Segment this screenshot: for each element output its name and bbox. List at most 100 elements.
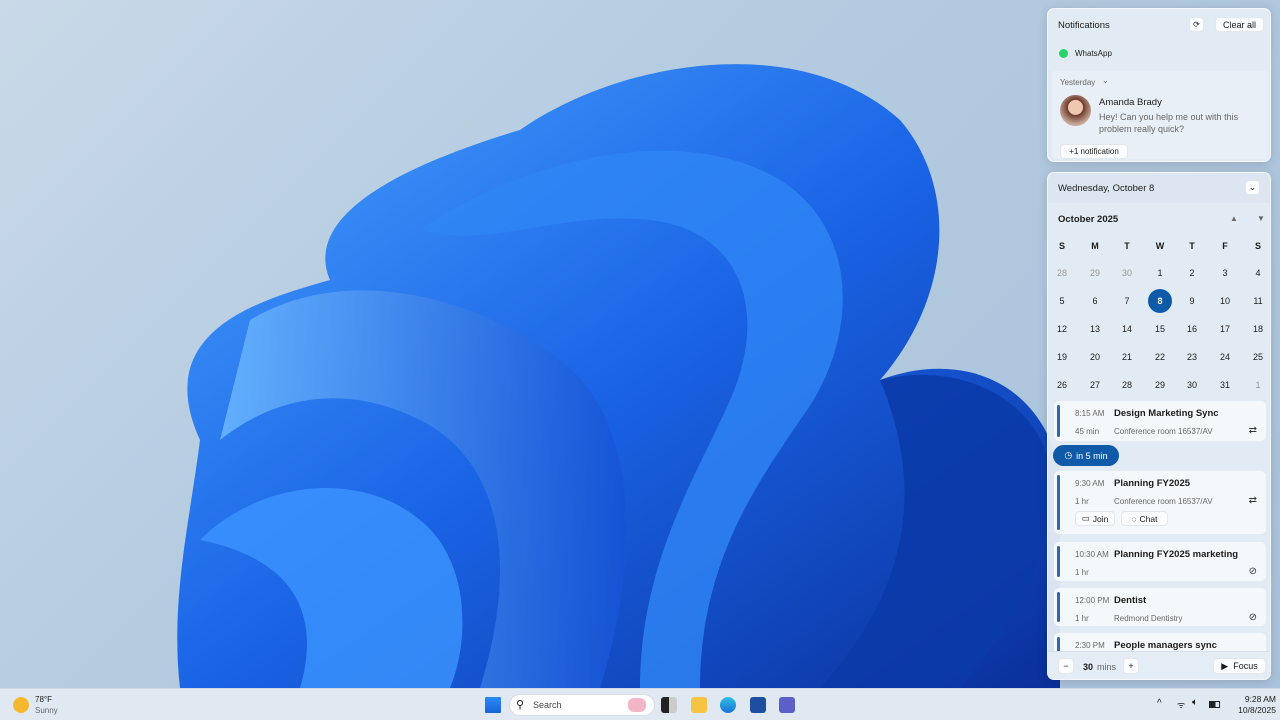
do-not-disturb-button[interactable]: ⟳ xyxy=(1189,17,1204,32)
calendar-day[interactable]: 5 xyxy=(1050,289,1074,313)
chat-button[interactable]: ◌ Chat xyxy=(1121,511,1168,526)
chevron-down-icon[interactable]: ⌄ xyxy=(1102,76,1109,85)
wifi-icon[interactable]: ᯤ xyxy=(1177,698,1185,711)
task-view-icon[interactable] xyxy=(661,697,677,713)
calendar-day[interactable]: 22 xyxy=(1148,345,1172,369)
whatsapp-icon xyxy=(1059,49,1068,58)
event-color-bar xyxy=(1057,475,1060,530)
calendar-day[interactable]: 15 xyxy=(1148,317,1172,341)
calendar-day[interactable]: 20 xyxy=(1083,345,1107,369)
month-label: October 2025 xyxy=(1058,214,1119,225)
calendar-day[interactable]: 1 xyxy=(1148,261,1172,285)
focus-unit: mins xyxy=(1097,662,1117,672)
calendar-day[interactable]: 12 xyxy=(1050,317,1074,341)
event-time: 10:30 AM xyxy=(1075,550,1109,559)
event-card[interactable]: 10:30 AM Planning FY2025 marketing 1 hr ⊘ xyxy=(1054,542,1266,581)
calendar-day[interactable]: 30 xyxy=(1180,373,1204,397)
date-header: Wednesday, October 8 xyxy=(1058,183,1155,194)
volume-icon[interactable]: 🔈︎ xyxy=(1192,697,1198,708)
join-button[interactable]: ▭ Join xyxy=(1075,511,1115,526)
calendar-panel: Wednesday, October 8 ⌄ October 2025 ▲ ▼ … xyxy=(1047,172,1271,680)
calendar-day[interactable]: 11 xyxy=(1246,289,1270,313)
event-location: Redmond Dentistry xyxy=(1114,614,1183,623)
calendar-day[interactable]: 21 xyxy=(1115,345,1139,369)
taskbar: 78°F Sunny ⚲ Search ^ ᯤ 🔈︎ 9:28 AM 10/8/… xyxy=(0,688,1280,720)
snooze-icon: ⟳ xyxy=(1193,20,1200,29)
previous-month-arrow-icon[interactable]: ▲ xyxy=(1230,214,1238,223)
chat-label: Chat xyxy=(1139,513,1158,524)
focus-button[interactable]: ▶ Focus xyxy=(1213,658,1266,674)
event-name: Planning FY2025 xyxy=(1114,478,1191,489)
teams-icon[interactable] xyxy=(779,697,795,713)
temperature: 78°F xyxy=(35,695,52,704)
chevron-up-icon[interactable]: ^ xyxy=(1157,698,1162,709)
increase-focus-button[interactable]: + xyxy=(1123,658,1139,674)
calendar-header: Wednesday, October 8 ⌄ xyxy=(1048,173,1270,203)
next-month-arrow-icon[interactable]: ▼ xyxy=(1257,214,1265,223)
calendar-day[interactable]: 28 xyxy=(1115,373,1139,397)
calendar-day[interactable]: 27 xyxy=(1083,373,1107,397)
file-explorer-icon[interactable] xyxy=(691,697,707,713)
weekday-label: W xyxy=(1155,241,1165,251)
event-card[interactable]: 12:00 PM Dentist 1 hr Redmond Dentistry ⊘ xyxy=(1054,588,1266,626)
calendar-day[interactable]: 4 xyxy=(1246,261,1270,285)
calendar-day[interactable]: 23 xyxy=(1180,345,1204,369)
event-color-bar xyxy=(1057,405,1060,437)
event-name: Planning FY2025 marketing xyxy=(1114,549,1239,560)
calendar-day[interactable]: 7 xyxy=(1115,289,1139,313)
battery-icon[interactable] xyxy=(1209,701,1220,708)
weather-widget[interactable]: 78°F Sunny xyxy=(8,693,68,717)
calendar-day[interactable]: 8 xyxy=(1148,289,1172,313)
avatar xyxy=(1060,95,1091,126)
calendar-day[interactable]: 18 xyxy=(1246,317,1270,341)
calendar-day[interactable]: 3 xyxy=(1213,261,1237,285)
calendar-day[interactable]: 24 xyxy=(1213,345,1237,369)
weekday-label: T xyxy=(1189,241,1195,251)
notification-card[interactable]: Yesterday ⌄ Amanda Brady Hey! Can you he… xyxy=(1052,71,1268,159)
calendar-day[interactable]: 17 xyxy=(1213,317,1237,341)
calendar-day[interactable]: 6 xyxy=(1083,289,1107,313)
calendar-day[interactable]: 1 xyxy=(1246,373,1270,397)
calendar-day[interactable]: 19 xyxy=(1050,345,1074,369)
calendar-day[interactable]: 25 xyxy=(1246,345,1270,369)
calendar-day[interactable]: 30 xyxy=(1115,261,1139,285)
calendar-day[interactable]: 31 xyxy=(1213,373,1237,397)
clock[interactable]: 9:28 AM 10/8/2025 xyxy=(1226,692,1276,718)
decrease-focus-button[interactable]: − xyxy=(1058,658,1074,674)
weekday-label: M xyxy=(1091,241,1099,251)
focus-label: Focus xyxy=(1233,661,1258,671)
minus-icon: − xyxy=(1063,661,1069,671)
event-name: People managers sync xyxy=(1114,640,1217,651)
calendar-day[interactable]: 28 xyxy=(1050,261,1074,285)
search-box[interactable]: ⚲ Search xyxy=(509,694,655,716)
more-notifications-button[interactable]: +1 notification xyxy=(1060,144,1128,159)
event-color-bar xyxy=(1057,592,1060,622)
app-name: WhatsApp xyxy=(1075,49,1112,58)
event-name: Design Marketing Sync xyxy=(1114,408,1219,419)
weekday-label: T xyxy=(1124,241,1130,251)
calendar-day[interactable]: 26 xyxy=(1050,373,1074,397)
clock-time: 9:28 AM xyxy=(1244,694,1276,704)
collapse-calendar-button[interactable]: ⌄ xyxy=(1245,180,1260,195)
calendar-day[interactable]: 14 xyxy=(1115,317,1139,341)
calendar-day[interactable]: 16 xyxy=(1180,317,1204,341)
calendar-day[interactable]: 2 xyxy=(1180,261,1204,285)
start-windows-icon[interactable] xyxy=(485,697,501,713)
calendar-day[interactable]: 9 xyxy=(1180,289,1204,313)
upcoming-badge: ◷ in 5 min xyxy=(1053,445,1119,466)
edge-icon[interactable] xyxy=(720,697,736,713)
non-recurring-icon: ⊘ xyxy=(1248,612,1257,623)
calendar-day[interactable]: 29 xyxy=(1083,261,1107,285)
event-card[interactable]: 8:15 AM Design Marketing Sync 45 min Confer… xyxy=(1054,401,1266,441)
calendar-day[interactable]: 10 xyxy=(1213,289,1237,313)
event-card[interactable]: 9:30 AM Planning FY2025 1 hr Conference roo… xyxy=(1054,471,1266,534)
focus-minutes: 30 xyxy=(1083,662,1094,672)
store-icon[interactable] xyxy=(750,697,766,713)
event-duration: 45 min xyxy=(1075,427,1100,436)
sun-icon xyxy=(13,697,29,713)
recurring-icon: ⇄ xyxy=(1248,425,1257,436)
calendar-day[interactable]: 13 xyxy=(1083,317,1107,341)
clear-all-button[interactable]: Clear all xyxy=(1215,17,1264,32)
calendar-day[interactable]: 29 xyxy=(1148,373,1172,397)
event-time: 12:00 PM xyxy=(1075,596,1110,605)
